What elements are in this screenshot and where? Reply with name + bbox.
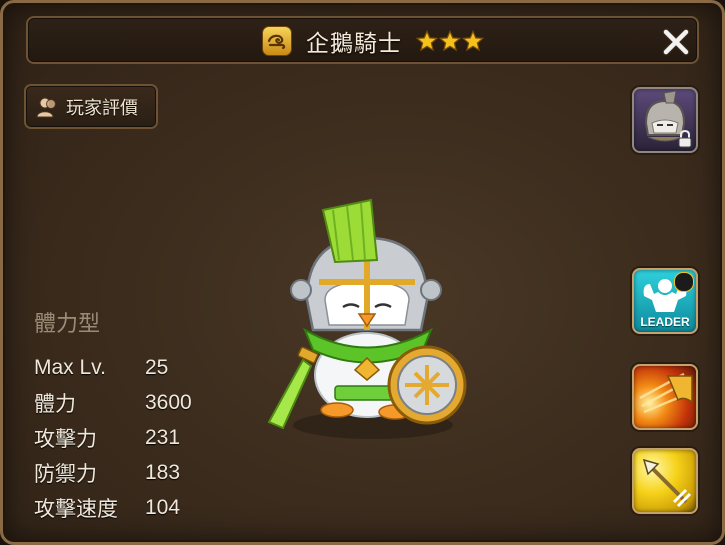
star-icon — [462, 30, 484, 52]
stat-value: 104 — [145, 495, 181, 519]
star-icon — [439, 30, 461, 52]
stat-value: 3600 — [145, 390, 192, 414]
close-button[interactable] — [660, 26, 692, 58]
person-icon — [36, 95, 60, 119]
stat-value: 25 — [145, 355, 169, 379]
stat-label: 攻擊速度 — [34, 497, 118, 521]
leader-label: LEADER — [640, 315, 690, 329]
monster-name: 企鵝騎士 — [306, 30, 402, 56]
close-icon — [662, 28, 690, 56]
stat-row-speed: 攻擊速度 104 — [34, 490, 192, 525]
penguin-knight-model — [267, 198, 467, 439]
skill-2-button[interactable] — [632, 448, 698, 514]
star-rating — [416, 30, 485, 52]
wind-element-badge-icon — [674, 272, 694, 292]
stat-label: 攻擊力 — [34, 427, 97, 451]
stat-label: 防禦力 — [34, 462, 97, 486]
star-icon — [416, 30, 438, 52]
awakened-portrait-button[interactable] — [632, 87, 698, 153]
wind-element-icon — [262, 26, 292, 56]
stat-value: 183 — [145, 460, 181, 484]
stat-label: 體力 — [34, 392, 76, 416]
stat-row-max-level: Max Lv. 25 — [34, 350, 192, 385]
stat-value: 231 — [145, 425, 181, 449]
stat-row-attack: 攻擊力 231 — [34, 420, 192, 455]
stat-row-hp: 體力 3600 — [34, 385, 192, 420]
stats-panel: 體力型 Max Lv. 25 體力 3600 攻擊力 231 防禦力 183 攻… — [34, 306, 192, 525]
skill-1-button[interactable] — [632, 364, 698, 430]
lock-icon — [678, 130, 692, 148]
spear-thrust-skill-icon — [642, 458, 692, 508]
monster-title: 企鵝騎士 — [262, 26, 485, 56]
player-rating-button[interactable]: 玩家評價 — [24, 84, 158, 129]
monster-type: 體力型 — [34, 311, 101, 336]
stat-row-defense: 防禦力 183 — [34, 455, 192, 490]
fire-slash-skill-icon — [639, 372, 693, 414]
leader-skill-button[interactable]: LEADER — [632, 268, 698, 334]
player-rating-label: 玩家評價 — [66, 97, 138, 118]
stat-label: Max Lv. — [34, 355, 106, 379]
